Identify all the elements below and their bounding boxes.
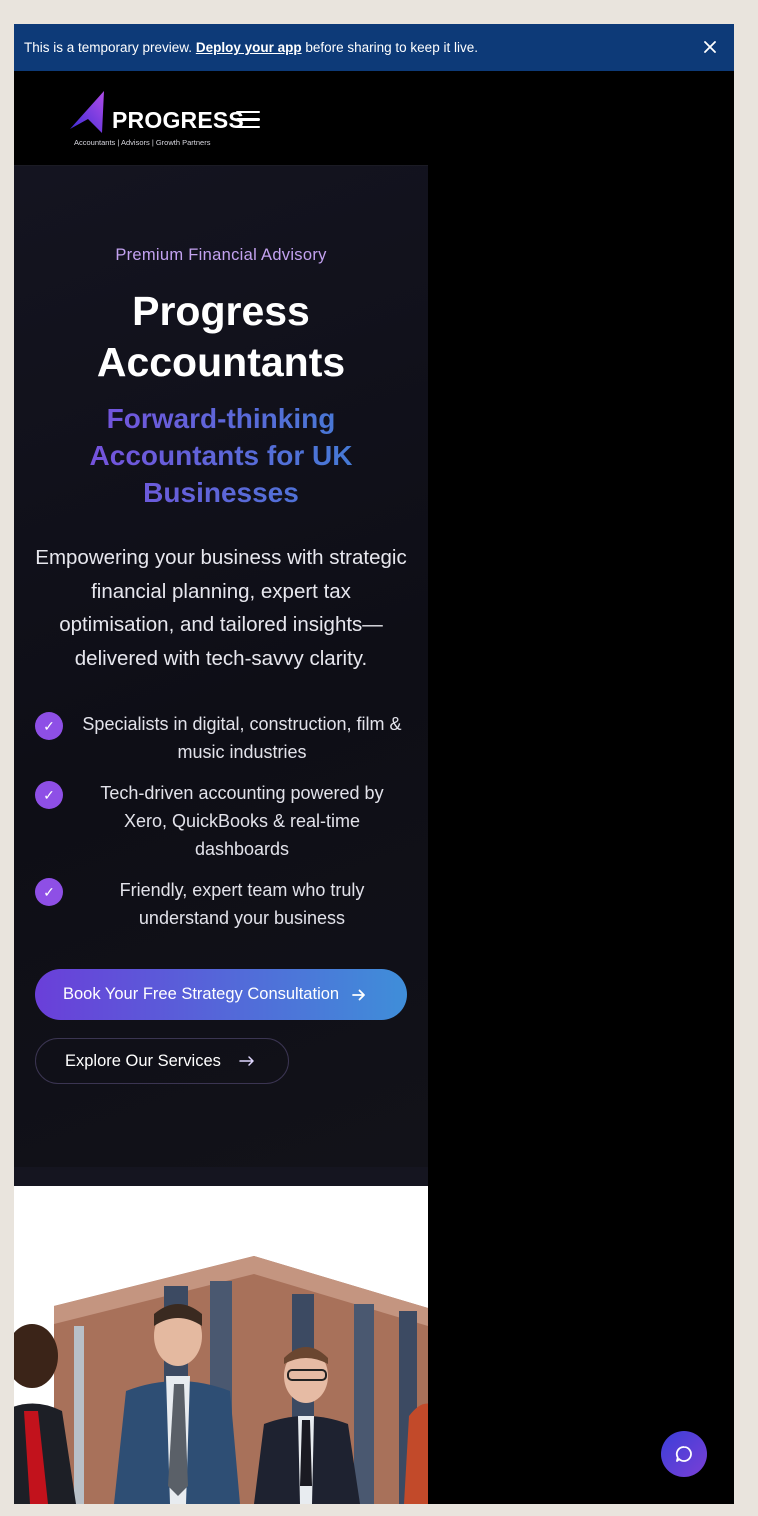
check-icon: ✓ [35,878,63,906]
hero-subtitle: Forward-thinking Accountants for UK Busi… [54,400,388,511]
team-photo [14,1186,428,1504]
close-icon[interactable] [700,37,720,57]
logo-arrow-icon [70,91,104,133]
arrow-right-icon [239,1056,254,1066]
hero-eyebrow: Premium Financial Advisory [115,246,327,264]
check-icon: ✓ [35,712,63,740]
site-header: PROGRESS Accountants | Advisors | Growth… [14,71,428,166]
logo-wordmark: PROGRESS [112,107,244,133]
hamburger-icon[interactable] [236,111,260,129]
chat-bubble-icon[interactable] [661,1431,707,1477]
title-line-2: Accountants [96,339,346,385]
check-icon: ✓ [35,781,63,809]
page-column: PROGRESS Accountants | Advisors | Growth… [14,71,428,1504]
section-divider [14,1167,428,1186]
feature-text: Friendly, expert team who truly understa… [119,880,365,928]
book-consultation-label: Book Your Free Strategy Consultation [63,985,340,1003]
preview-banner: This is a temporary preview. Deploy your… [14,24,734,71]
feature-text: Specialists in digital, construction, fi… [82,714,402,762]
progress-logo[interactable]: PROGRESS Accountants | Advisors | Growth… [68,87,244,149]
banner-text-before: This is a temporary preview. [24,40,193,55]
browser-viewport: This is a temporary preview. Deploy your… [14,24,734,1504]
explore-services-button[interactable]: Explore Our Services [35,1038,289,1084]
logo-tagline: Accountants | Advisors | Growth Partners [74,138,211,147]
arrow-right-icon [352,989,365,1000]
deploy-app-link[interactable]: Deploy your app [196,40,302,55]
title-line-1: Progress [132,288,310,334]
book-consultation-button[interactable]: Book Your Free Strategy Consultation [35,969,407,1020]
hero-lead: Empowering your business with strategic … [35,546,407,670]
hero-section: Premium Financial Advisory Progress Acco… [14,166,428,1167]
feature-text: Tech-driven accounting powered by Xero, … [100,783,384,859]
team-photo-illustration [14,1256,428,1504]
banner-text-after: before sharing to keep it live. [305,40,478,55]
explore-services-label: Explore Our Services [65,1051,221,1070]
page-title: Progress Accountants [14,286,428,388]
